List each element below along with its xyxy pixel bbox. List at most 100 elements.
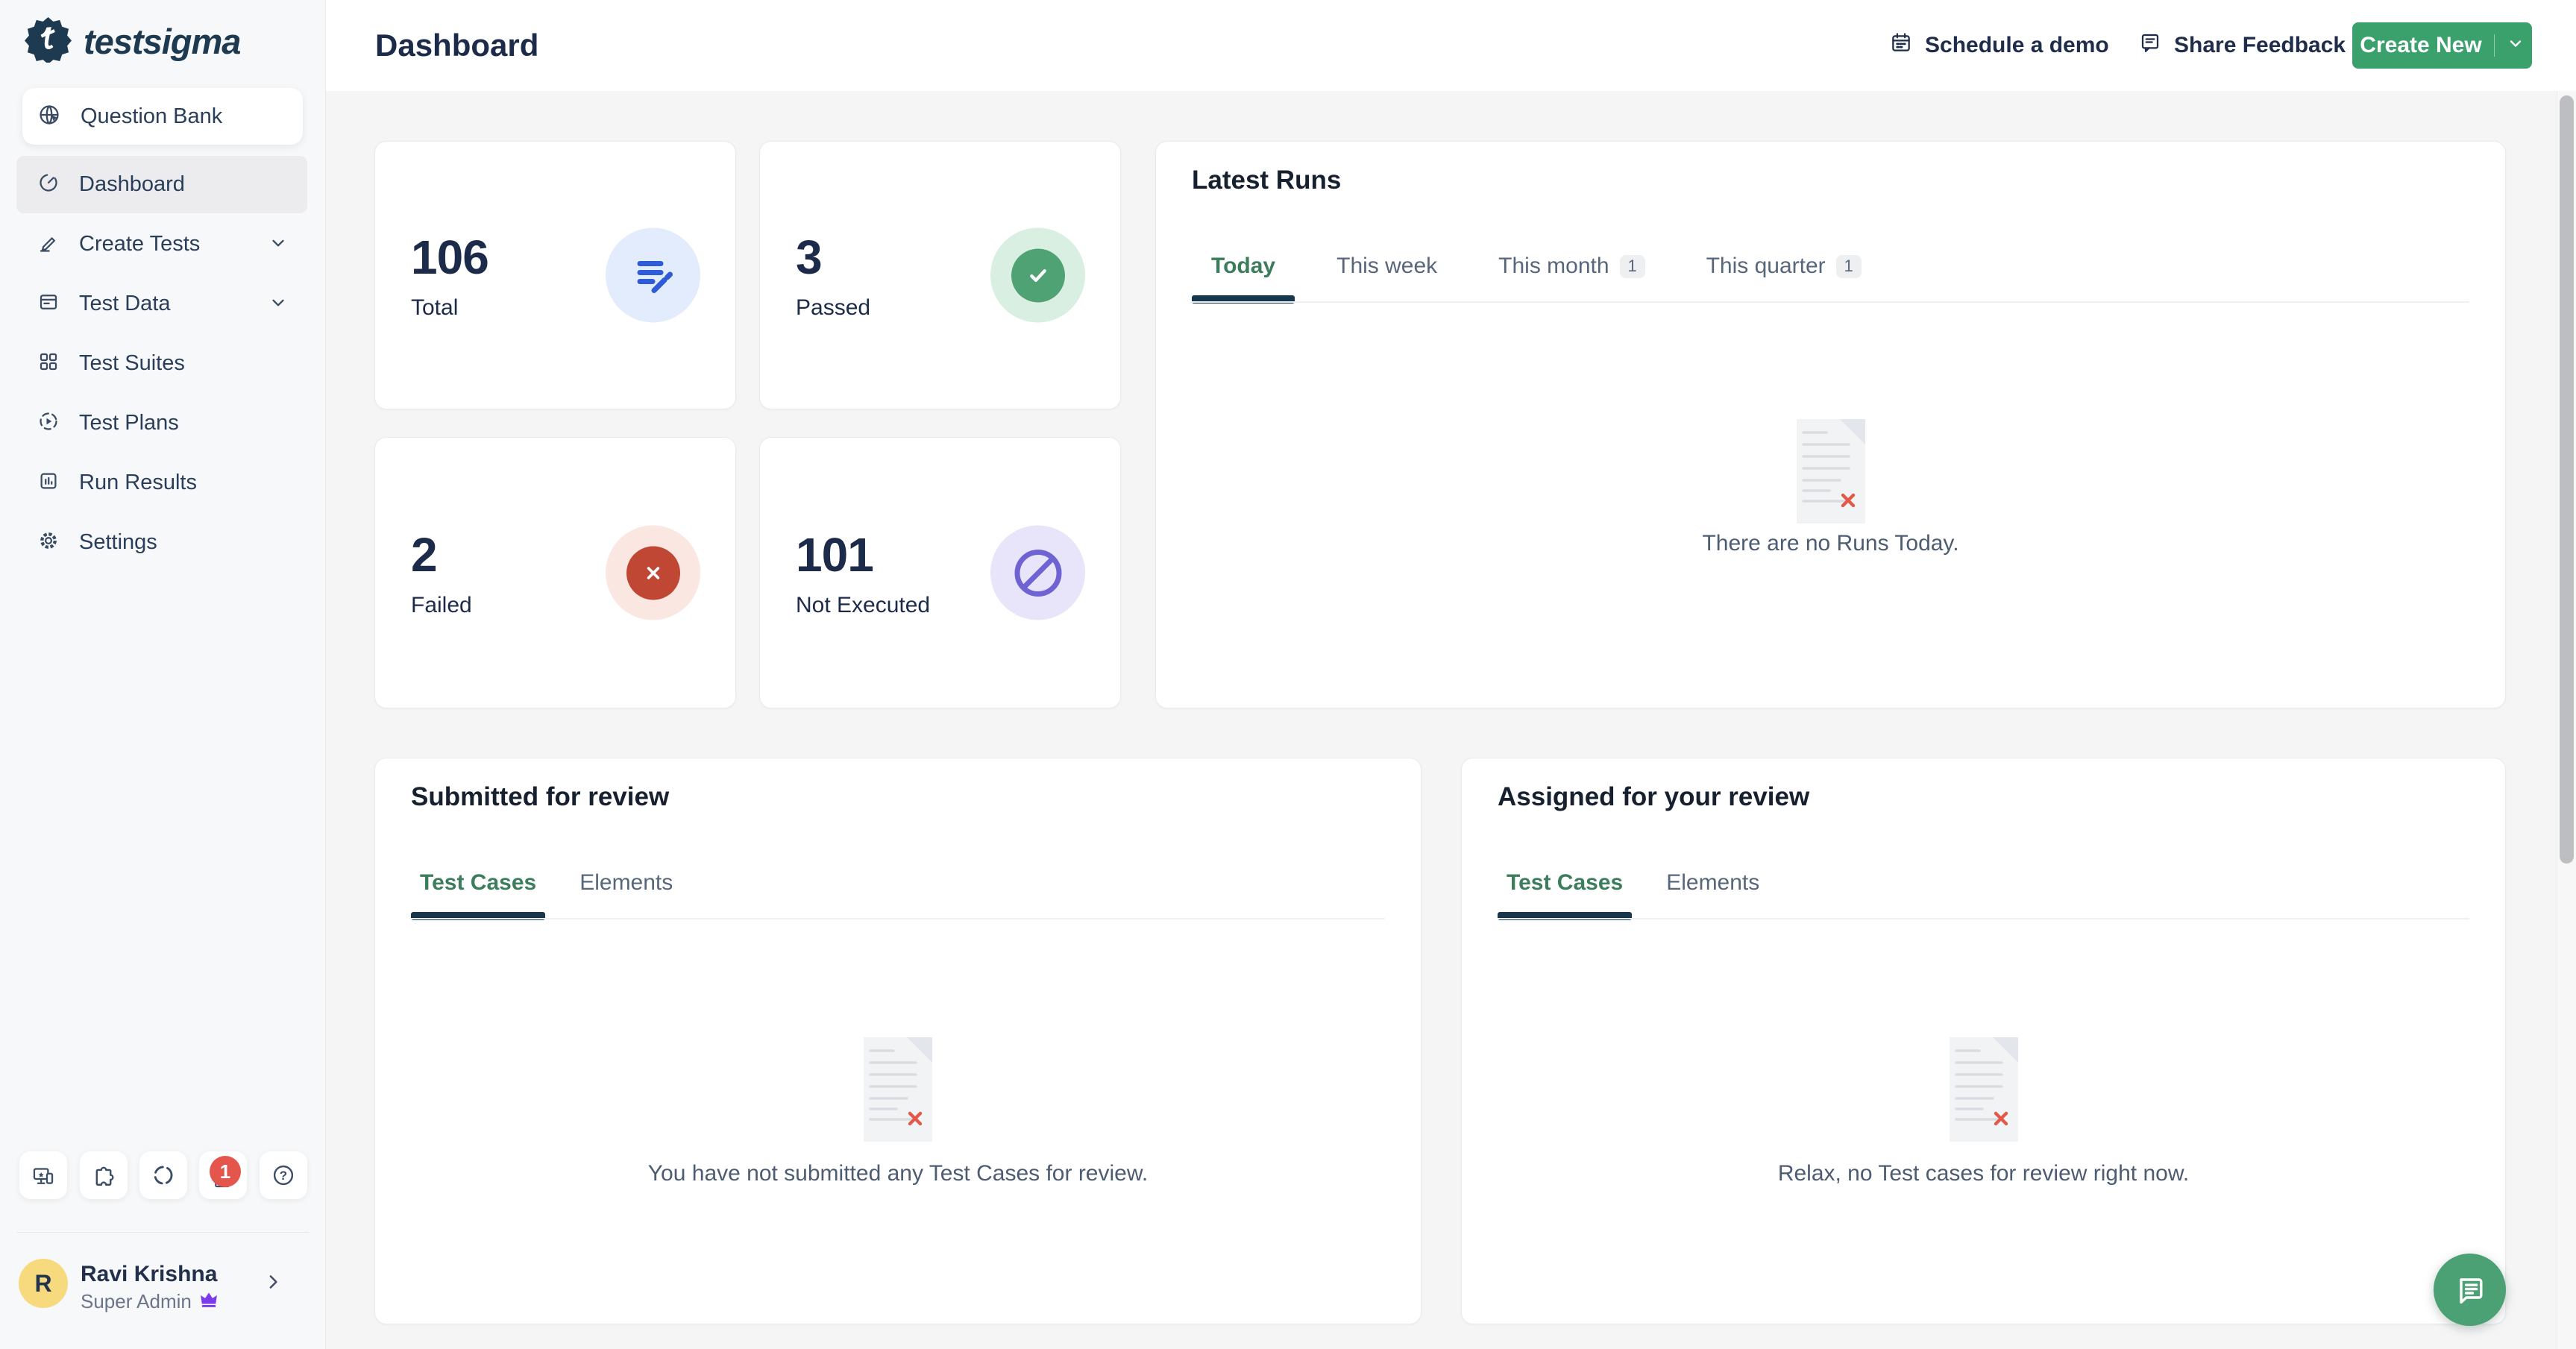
sidebar-item-label: Run Results <box>79 471 197 495</box>
tabs-divider <box>1192 301 2469 303</box>
user-role-label: Super Admin <box>81 1290 192 1313</box>
empty-state-icon-wrap <box>1156 419 2505 527</box>
tabs-divider <box>1498 918 2469 919</box>
notification-badge: 1 <box>210 1156 241 1187</box>
tab-test-cases[interactable]: Test Cases <box>411 854 545 912</box>
empty-doc-icon <box>864 1037 932 1142</box>
sidebar-item-label: Create Tests <box>79 232 200 257</box>
user-role: Super Admin <box>81 1290 219 1313</box>
devices-button[interactable] <box>19 1151 67 1199</box>
testsigma-logo-icon <box>25 16 72 66</box>
button-divider <box>2494 34 2495 57</box>
pencil-icon <box>37 231 60 257</box>
tab-label: Test Cases <box>1507 870 1623 896</box>
chevron-right-icon <box>262 1271 284 1297</box>
plugins-button[interactable] <box>80 1151 128 1199</box>
assigned-review-title: Assigned for your review <box>1498 782 1809 812</box>
failed-icon <box>606 526 700 620</box>
stat-label: Total <box>411 295 489 321</box>
chevron-down-icon <box>268 292 288 315</box>
tab-count-badge: 1 <box>1836 255 1862 278</box>
tab-this-week[interactable]: This week <box>1317 237 1457 295</box>
scrollbar-track[interactable] <box>2557 91 2576 1349</box>
scrollbar-thumb[interactable] <box>2560 95 2574 864</box>
empty-doc-icon <box>1797 419 1865 523</box>
tab-label: Elements <box>579 870 673 896</box>
tab-this-quarter[interactable]: This quarter 1 <box>1687 237 1881 295</box>
empty-state-icon-wrap <box>375 1037 1421 1145</box>
sidebar-item-test-suites[interactable]: Test Suites <box>16 335 307 392</box>
sidebar-nav: Dashboard Create Tests <box>16 156 307 573</box>
globe-icon <box>37 103 61 131</box>
stat-value: 2 <box>411 527 472 582</box>
chat-fab-button[interactable] <box>2434 1254 2506 1326</box>
sidebar-item-create-tests[interactable]: Create Tests <box>16 216 307 273</box>
gauge-icon <box>37 172 60 198</box>
help-button[interactable]: ? <box>260 1151 307 1199</box>
stat-card-passed: 3 Passed <box>759 141 1121 409</box>
crown-icon <box>199 1290 219 1313</box>
latest-runs-title: Latest Runs <box>1192 166 1341 195</box>
stat-label: Passed <box>796 295 870 321</box>
help-icon: ? <box>271 1163 296 1188</box>
latest-runs-panel: Latest Runs Today This week This month 1… <box>1155 141 2506 708</box>
total-icon <box>606 228 700 323</box>
assigned-review-empty-message: Relax, no Test cases for review right no… <box>1462 1161 2505 1186</box>
svg-text:?: ? <box>280 1169 287 1183</box>
schedule-demo-button[interactable]: Schedule a demo <box>1889 0 2109 91</box>
sidebar-item-test-plans[interactable]: Test Plans <box>16 394 307 452</box>
not-executed-icon <box>990 526 1085 620</box>
empty-state-icon-wrap <box>1462 1037 2505 1145</box>
submitted-review-title: Submitted for review <box>411 782 669 812</box>
notifications-button[interactable]: 1 <box>199 1151 247 1199</box>
assigned-review-tabs: Test Cases Elements <box>1498 854 1768 912</box>
share-feedback-button[interactable]: Share Feedback <box>2138 0 2346 91</box>
submitted-review-panel: Submitted for review Test Cases Elements <box>374 758 1421 1324</box>
tab-test-cases[interactable]: Test Cases <box>1498 854 1632 912</box>
top-bar: Dashboard Schedule a demo Share Feedback <box>326 0 2576 91</box>
sidebar-item-settings[interactable]: Settings <box>16 514 307 571</box>
brand-wordmark: testsigma <box>84 21 240 62</box>
brand-logo: testsigma <box>25 16 240 66</box>
stat-card-not-executed: 101 Not Executed <box>759 437 1121 708</box>
chevron-down-icon <box>2507 33 2525 58</box>
latest-runs-tabs: Today This week This month 1 This quarte… <box>1192 237 1881 295</box>
tabs-divider <box>411 918 1385 919</box>
sidebar-item-test-data[interactable]: Test Data <box>16 275 307 333</box>
submitted-review-tabs: Test Cases Elements <box>411 854 682 912</box>
submitted-review-empty-message: You have not submitted any Test Cases fo… <box>375 1161 1421 1186</box>
tab-today[interactable]: Today <box>1192 237 1295 295</box>
stat-label: Not Executed <box>796 593 930 618</box>
tab-label: This month <box>1498 254 1609 279</box>
tab-this-month[interactable]: This month 1 <box>1479 237 1664 295</box>
stat-label: Failed <box>411 593 472 618</box>
sidebar-item-label: Dashboard <box>79 172 185 197</box>
sidebar: testsigma Question Bank <box>0 0 326 1349</box>
latest-runs-empty-message: There are no Runs Today. <box>1156 531 2505 556</box>
sidebar-item-question-bank[interactable]: Question Bank <box>22 88 303 145</box>
sidebar-item-label: Test Suites <box>79 351 185 376</box>
tab-label: This week <box>1336 254 1437 279</box>
empty-doc-icon <box>1950 1037 2018 1142</box>
sidebar-item-label: Test Plans <box>79 411 179 435</box>
chevron-down-icon <box>268 233 288 256</box>
tab-label: Elements <box>1666 870 1759 896</box>
chat-bubble-icon <box>2452 1272 2488 1308</box>
app-root: testsigma Question Bank <box>0 0 2576 1349</box>
tab-elements[interactable]: Elements <box>1657 854 1768 912</box>
user-menu[interactable]: R Ravi Krishna Super Admin <box>19 1259 310 1308</box>
tab-elements[interactable]: Elements <box>571 854 682 912</box>
devices-icon <box>31 1163 56 1188</box>
stat-value: 101 <box>796 527 930 582</box>
create-new-button[interactable]: Create New <box>2352 22 2532 69</box>
dashed-circle-icon <box>151 1163 176 1188</box>
sync-button[interactable] <box>139 1151 187 1199</box>
sidebar-item-label: Question Bank <box>81 104 222 129</box>
sidebar-item-label: Settings <box>79 530 157 555</box>
passed-icon <box>990 228 1085 323</box>
feedback-icon <box>2138 31 2162 60</box>
tab-label: Today <box>1211 254 1275 279</box>
sidebar-item-dashboard[interactable]: Dashboard <box>16 156 307 213</box>
sidebar-item-run-results[interactable]: Run Results <box>16 454 307 512</box>
grid-icon <box>37 350 60 377</box>
